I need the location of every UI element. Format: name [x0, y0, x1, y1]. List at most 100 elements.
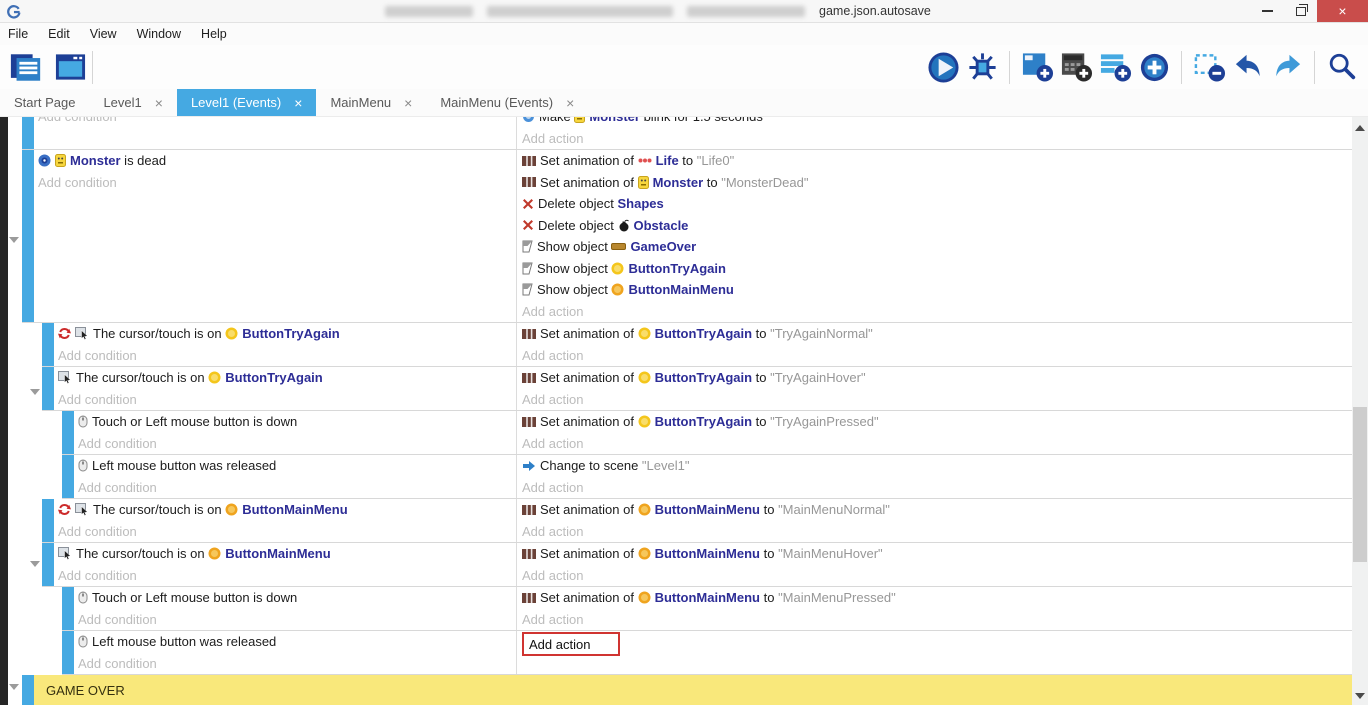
close-tab-icon[interactable]: ×	[404, 95, 412, 111]
event-handle[interactable]	[42, 367, 54, 410]
condition-row[interactable]: The cursor/touch is on ButtonTryAgain	[58, 367, 516, 389]
tab-start-page[interactable]: Start Page	[0, 89, 89, 116]
search-icon[interactable]	[1324, 49, 1360, 85]
redo-icon[interactable]	[1269, 49, 1305, 85]
add-action-button[interactable]: Add action	[522, 521, 1352, 543]
add-condition-button[interactable]: Add condition	[38, 117, 516, 128]
tab-mainmenu-events[interactable]: MainMenu (Events)×	[426, 89, 588, 116]
highlighted-add-action[interactable]: Add action	[522, 632, 620, 656]
event-block[interactable]: The cursor/touch is on ButtonMainMenuAdd…	[42, 499, 1352, 543]
add-action-button[interactable]: Add action	[522, 631, 1352, 657]
play-icon[interactable]	[925, 49, 961, 85]
remove-event-icon[interactable]	[1191, 49, 1227, 85]
event-handle[interactable]	[42, 499, 54, 542]
add-action-button[interactable]: Add action	[522, 389, 1352, 411]
condition-row[interactable]: The cursor/touch is on ButtonTryAgain	[58, 323, 516, 345]
action-row[interactable]: Make Monster blink for 1.5 seconds	[522, 117, 1352, 128]
menu-view[interactable]: View	[80, 27, 127, 41]
event-block[interactable]: Touch or Left mouse button is downAdd co…	[62, 587, 1352, 631]
add-action-button[interactable]: Add action	[522, 565, 1352, 587]
scroll-up-icon[interactable]	[1355, 125, 1365, 131]
action-row[interactable]: Set animation of ButtonMainMenu to "Main…	[522, 543, 1352, 565]
scroll-down-icon[interactable]	[1355, 693, 1365, 699]
action-row[interactable]: Set animation of ButtonMainMenu to "Main…	[522, 499, 1352, 521]
comment-event[interactable]: GAME OVER	[22, 675, 1352, 705]
condition-row[interactable]: Touch or Left mouse button is down	[78, 411, 516, 433]
collapse-arrow-icon[interactable]	[30, 561, 40, 567]
menu-window[interactable]: Window	[127, 27, 191, 41]
action-row[interactable]: Change to scene "Level1"	[522, 455, 1352, 477]
undo-icon[interactable]	[1230, 49, 1266, 85]
action-row[interactable]: Show object GameOver	[522, 236, 1352, 258]
close-tab-icon[interactable]: ×	[155, 95, 163, 111]
add-circle-icon[interactable]	[1136, 49, 1172, 85]
event-block[interactable]: Left mouse button was releasedAdd condit…	[62, 455, 1352, 499]
action-row[interactable]: Show object ButtonTryAgain	[522, 258, 1352, 280]
add-condition-button[interactable]: Add condition	[78, 433, 516, 455]
action-row[interactable]: Set animation of ButtonTryAgain to "TryA…	[522, 323, 1352, 345]
close-tab-icon[interactable]: ×	[566, 95, 574, 111]
event-handle[interactable]	[42, 323, 54, 366]
project-manager-icon[interactable]	[8, 49, 44, 85]
collapse-arrow-icon[interactable]	[9, 684, 19, 690]
event-handle[interactable]	[42, 543, 54, 586]
menu-help[interactable]: Help	[191, 27, 237, 41]
action-row[interactable]: Set animation of ButtonTryAgain to "TryA…	[522, 367, 1352, 389]
add-condition-button[interactable]: Add condition	[58, 565, 516, 587]
add-action-button[interactable]: Add action	[522, 301, 1352, 323]
collapse-arrow-icon[interactable]	[30, 389, 40, 395]
action-row[interactable]: Set animation of Monster to "MonsterDead…	[522, 172, 1352, 194]
event-handle[interactable]	[62, 411, 74, 454]
event-handle[interactable]	[62, 631, 74, 674]
event-block[interactable]: Touch or Left mouse button is downAdd co…	[62, 411, 1352, 455]
add-action-button[interactable]: Add action	[522, 433, 1352, 455]
event-block[interactable]: The cursor/touch is on ButtonMainMenuAdd…	[42, 543, 1352, 587]
debug-icon[interactable]	[964, 49, 1000, 85]
menu-file[interactable]: File	[0, 27, 38, 41]
add-action-button[interactable]: Add action	[522, 609, 1352, 631]
close-button[interactable]: ×	[1317, 0, 1368, 22]
event-block[interactable]: The cursor/touch is on ButtonTryAgainAdd…	[42, 323, 1352, 367]
menu-edit[interactable]: Edit	[38, 27, 80, 41]
event-block[interactable]: Left mouse button was releasedAdd condit…	[62, 631, 1352, 675]
action-row[interactable]: Set animation of Life to "Life0"	[522, 150, 1352, 172]
add-comment-icon[interactable]	[1097, 49, 1133, 85]
add-action-button[interactable]: Add action	[522, 345, 1352, 367]
event-handle[interactable]	[62, 587, 74, 630]
add-condition-button[interactable]: Add condition	[78, 609, 516, 631]
tab-level1-events[interactable]: Level1 (Events)×	[177, 89, 317, 116]
action-row[interactable]: Set animation of ButtonTryAgain to "TryA…	[522, 411, 1352, 433]
add-condition-button[interactable]: Add condition	[58, 345, 516, 367]
action-row[interactable]: Set animation of ButtonMainMenu to "Main…	[522, 587, 1352, 609]
condition-row[interactable]: The cursor/touch is on ButtonMainMenu	[58, 499, 516, 521]
condition-row[interactable]: The cursor/touch is on ButtonMainMenu	[58, 543, 516, 565]
event-handle[interactable]	[22, 150, 34, 322]
event-handle[interactable]	[22, 117, 34, 149]
add-condition-button[interactable]: Add condition	[58, 521, 516, 543]
add-action-button[interactable]: Add action	[522, 477, 1352, 499]
tab-level1[interactable]: Level1×	[89, 89, 177, 116]
event-handle[interactable]	[22, 675, 34, 705]
event-handle[interactable]	[62, 455, 74, 498]
add-subevent-icon[interactable]	[1058, 49, 1094, 85]
action-row[interactable]: Delete object Shapes	[522, 193, 1352, 215]
collapse-arrow-icon[interactable]	[9, 237, 19, 243]
tab-mainmenu[interactable]: MainMenu×	[316, 89, 426, 116]
add-condition-button[interactable]: Add condition	[78, 653, 516, 675]
add-condition-button[interactable]: Add condition	[78, 477, 516, 499]
close-tab-icon[interactable]: ×	[294, 95, 302, 111]
condition-row[interactable]: Left mouse button was released	[78, 631, 516, 653]
add-event-icon[interactable]	[1019, 49, 1055, 85]
add-condition-button[interactable]: Add condition	[58, 389, 516, 411]
action-row[interactable]: Delete object Obstacle	[522, 215, 1352, 237]
condition-row[interactable]: Touch or Left mouse button is down	[78, 587, 516, 609]
scene-window-icon[interactable]	[52, 49, 88, 85]
event-block[interactable]: Monster is deadAdd conditionSet animatio…	[22, 150, 1352, 323]
condition-row[interactable]: Left mouse button was released	[78, 455, 516, 477]
vertical-scrollbar[interactable]	[1352, 117, 1368, 705]
minimize-button[interactable]	[1251, 0, 1284, 22]
add-action-button[interactable]: Add action	[522, 128, 1352, 150]
maximize-button[interactable]	[1284, 0, 1317, 22]
event-block[interactable]: The cursor/touch is on ButtonTryAgainAdd…	[42, 367, 1352, 411]
condition-row[interactable]: Monster is dead	[38, 150, 516, 172]
